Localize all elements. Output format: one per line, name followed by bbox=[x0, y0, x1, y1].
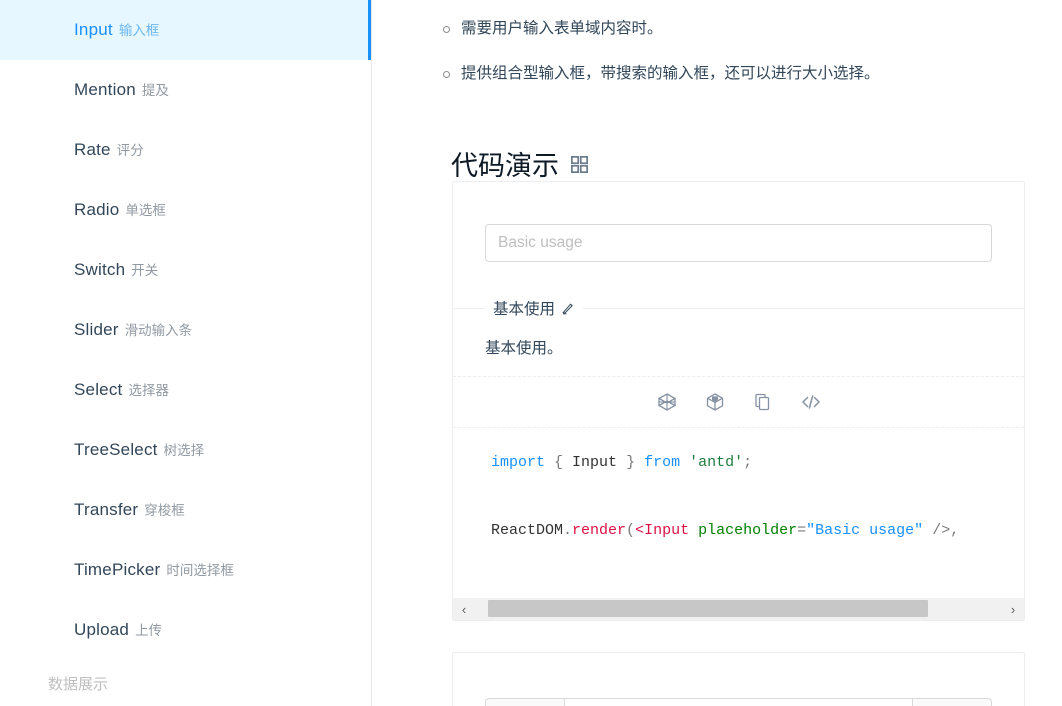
sidebar-item-label-en: Upload bbox=[74, 620, 130, 639]
code-line: import { Input } from 'antd'; bbox=[491, 446, 1024, 480]
sidebar-item-label-cn: 滑动输入条 bbox=[124, 323, 193, 338]
sidebar-item-label-en: Transfer bbox=[74, 500, 139, 519]
demo-card-basic-usage: 基本使用 基本使用。 bbox=[452, 181, 1025, 621]
sidebar-item-label-en: Rate bbox=[74, 140, 111, 159]
sidebar-item-label-cn: 时间选择框 bbox=[166, 563, 234, 578]
code-line: ReactDOM.render(<Input placeholder="Basi… bbox=[491, 514, 1024, 548]
sidebar-item-label-en: Select bbox=[74, 380, 123, 399]
code-token: "Basic usage" bbox=[806, 522, 924, 539]
sidebar-item-label-cn: 上传 bbox=[135, 623, 163, 638]
grid-2x2-icon bbox=[571, 149, 588, 174]
demo-action-toolbar bbox=[453, 376, 1024, 427]
codesandbox-icon[interactable] bbox=[705, 392, 725, 412]
sidebar-item-label-en: Radio bbox=[74, 200, 120, 219]
sidebar-item-label-cn: 穿梭框 bbox=[144, 503, 185, 518]
sidebar-item-mention[interactable]: Mention 提及 bbox=[0, 60, 371, 120]
sidebar-item-label-cn: 评分 bbox=[116, 143, 144, 158]
sidebar-item-input[interactable]: Input 输入框 bbox=[0, 0, 371, 60]
input-group bbox=[485, 698, 992, 706]
sidebar-item-upload[interactable]: Upload 上传 bbox=[0, 600, 371, 660]
code-token: . bbox=[563, 522, 573, 539]
sidebar-item-label-en: Mention bbox=[74, 80, 136, 99]
main-content: 需要用户输入表单域内容时。 提供组合型输入框，带搜索的输入框，还可以进行大小选择。… bbox=[373, 0, 1062, 706]
scrollbar-track[interactable] bbox=[475, 598, 1002, 620]
page-root: Input 输入框 Mention 提及 Rate 评分 Radio 单选框 Switch 开关 S… bbox=[0, 0, 1062, 706]
code-token: ReactDOM bbox=[491, 522, 564, 539]
code-token: } bbox=[626, 454, 636, 471]
demo-preview-area bbox=[453, 182, 1024, 308]
code-token: 'antd' bbox=[689, 454, 744, 471]
sidebar-item-label-cn: 单选框 bbox=[125, 203, 166, 218]
codepen-icon[interactable] bbox=[657, 392, 677, 412]
basic-usage-input[interactable] bbox=[485, 224, 992, 262]
usage-bullet-list: 需要用户输入表单域内容时。 提供组合型输入框，带搜索的输入框，还可以进行大小选择。 bbox=[373, 16, 1062, 106]
code-token: ( bbox=[626, 522, 636, 539]
code-brackets-icon[interactable] bbox=[801, 392, 821, 412]
sidebar-item-radio[interactable]: Radio 单选框 bbox=[0, 180, 371, 240]
sidebar-item-switch[interactable]: Switch 开关 bbox=[0, 240, 371, 300]
sidebar-item-label-en: TreeSelect bbox=[74, 440, 158, 459]
scroll-left-arrow-icon[interactable]: ‹ bbox=[453, 598, 475, 620]
demo-card-input-group bbox=[452, 652, 1025, 706]
copy-icon[interactable] bbox=[753, 392, 773, 412]
code-token: render bbox=[572, 522, 627, 539]
demo-title: 基本使用 bbox=[485, 297, 584, 319]
demo-title-text: 基本使用 bbox=[493, 301, 556, 318]
sidebar-item-select[interactable]: Select 选择器 bbox=[0, 360, 371, 420]
input-group-addon-before[interactable] bbox=[485, 698, 564, 706]
code-token: , bbox=[950, 522, 960, 539]
sidebar-group-label: 数据展示 bbox=[48, 676, 109, 693]
sidebar-item-treeselect[interactable]: TreeSelect 树选择 bbox=[0, 420, 371, 480]
demo-meta: 基本使用 基本使用。 bbox=[453, 297, 1024, 376]
sidebar-item-label-cn: 开关 bbox=[131, 263, 159, 278]
code-token: import bbox=[491, 454, 546, 471]
code-token: /> bbox=[932, 522, 951, 539]
input-group-field[interactable] bbox=[564, 698, 913, 706]
page-title: 代码演示 bbox=[451, 144, 588, 183]
scroll-right-arrow-icon[interactable]: › bbox=[1002, 598, 1024, 620]
pencil-icon[interactable] bbox=[561, 301, 575, 315]
code-token: ; bbox=[743, 454, 753, 471]
sidebar-item-label-en: Input bbox=[74, 20, 113, 39]
code-horizontal-scrollbar[interactable]: ‹ › bbox=[453, 598, 1024, 620]
usage-bullet: 提供组合型输入框，带搜索的输入框，还可以进行大小选择。 bbox=[373, 61, 1062, 87]
code-token: { bbox=[554, 454, 564, 471]
component-sidebar-nav: Input 输入框 Mention 提及 Rate 评分 Radio 单选框 Switch 开关 S… bbox=[0, 0, 372, 706]
sidebar-item-timepicker[interactable]: TimePicker 时间选择框 bbox=[0, 540, 371, 600]
code-token: <Input bbox=[635, 522, 690, 539]
code-token: = bbox=[797, 522, 807, 539]
sidebar-item-transfer[interactable]: Transfer 穿梭框 bbox=[0, 480, 371, 540]
sidebar-item-label-cn: 选择器 bbox=[128, 383, 169, 398]
sidebar-item-label-cn: 提及 bbox=[141, 83, 169, 98]
usage-bullet: 需要用户输入表单域内容时。 bbox=[373, 16, 1062, 42]
sidebar-item-label-en: TimePicker bbox=[74, 560, 161, 579]
code-token: from bbox=[644, 454, 681, 471]
sidebar-item-label-cn: 输入框 bbox=[118, 23, 160, 38]
input-group-addon-after[interactable] bbox=[913, 698, 992, 706]
sidebar-item-slider[interactable]: Slider 滑动输入条 bbox=[0, 300, 371, 360]
sidebar-item-label-en: Slider bbox=[74, 320, 119, 339]
scrollbar-thumb[interactable] bbox=[488, 600, 928, 617]
sidebar-item-label-en: Switch bbox=[74, 260, 126, 279]
code-token: placeholder bbox=[698, 522, 798, 539]
section-title-text: 代码演示 bbox=[451, 151, 559, 182]
code-token: Input bbox=[563, 454, 627, 471]
code-snippet: import { Input } from 'antd'; ReactDOM.r… bbox=[453, 427, 1024, 562]
sidebar-item-rate[interactable]: Rate 评分 bbox=[0, 120, 371, 180]
sidebar-item-label-cn: 树选择 bbox=[163, 443, 205, 458]
